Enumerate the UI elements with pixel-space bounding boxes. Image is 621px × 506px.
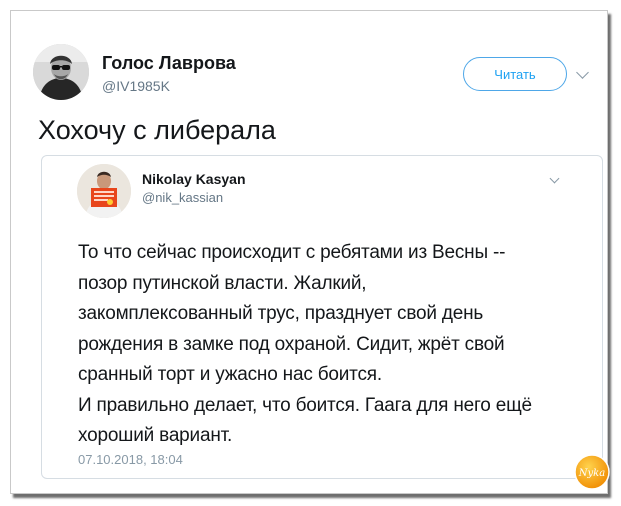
tweet-card: Голос Лаврова @IV1985K Читать Хохочу с л…: [10, 10, 610, 494]
watermark-logo: Nyka: [574, 454, 610, 490]
quoted-avatar-photo: [77, 164, 131, 218]
quoted-text-line: хороший вариант.: [78, 425, 233, 446]
follow-button[interactable]: Читать: [463, 57, 567, 91]
quoted-chevron-down-icon[interactable]: [549, 173, 560, 184]
tweet-text: Хохочу с либерала: [38, 115, 276, 145]
quoted-author-handle[interactable]: @nik_kassian: [142, 190, 223, 205]
avatar-photo: [33, 44, 89, 100]
quoted-text-line: рождения в замке под охраной. Сидит, жрё…: [78, 333, 505, 355]
quoted-text-line: сранный торт и ужасно нас боится.: [78, 364, 382, 385]
quoted-tweet[interactable]: Nikolay Kasyan @nik_kassian То что сейча…: [41, 155, 603, 479]
author-handle[interactable]: @IV1985K: [102, 78, 170, 94]
quoted-text-line: закомплексованный трус, празднует свой д…: [78, 303, 484, 324]
quoted-text-line: позор путинской власти. Жалкий,: [78, 272, 367, 294]
chevron-down-icon[interactable]: [576, 66, 589, 79]
author-avatar[interactable]: [33, 44, 89, 100]
quoted-author-avatar[interactable]: [77, 164, 131, 218]
quoted-tweet-text: То что сейчас происходит с ребятами из В…: [78, 238, 578, 452]
quoted-text-line: И правильно делает, что боится. Гаага дл…: [78, 394, 532, 416]
watermark-logo-icon: Nyka: [574, 454, 610, 490]
quoted-text-line: То что сейчас происходит с ребятами из В…: [78, 242, 506, 263]
quoted-author-name[interactable]: Nikolay Kasyan: [142, 171, 246, 187]
watermark-text: Nyka: [578, 468, 605, 479]
quoted-timestamp[interactable]: 07.10.2018, 18:04: [78, 452, 183, 467]
author-name[interactable]: Голос Лаврова: [102, 53, 236, 74]
